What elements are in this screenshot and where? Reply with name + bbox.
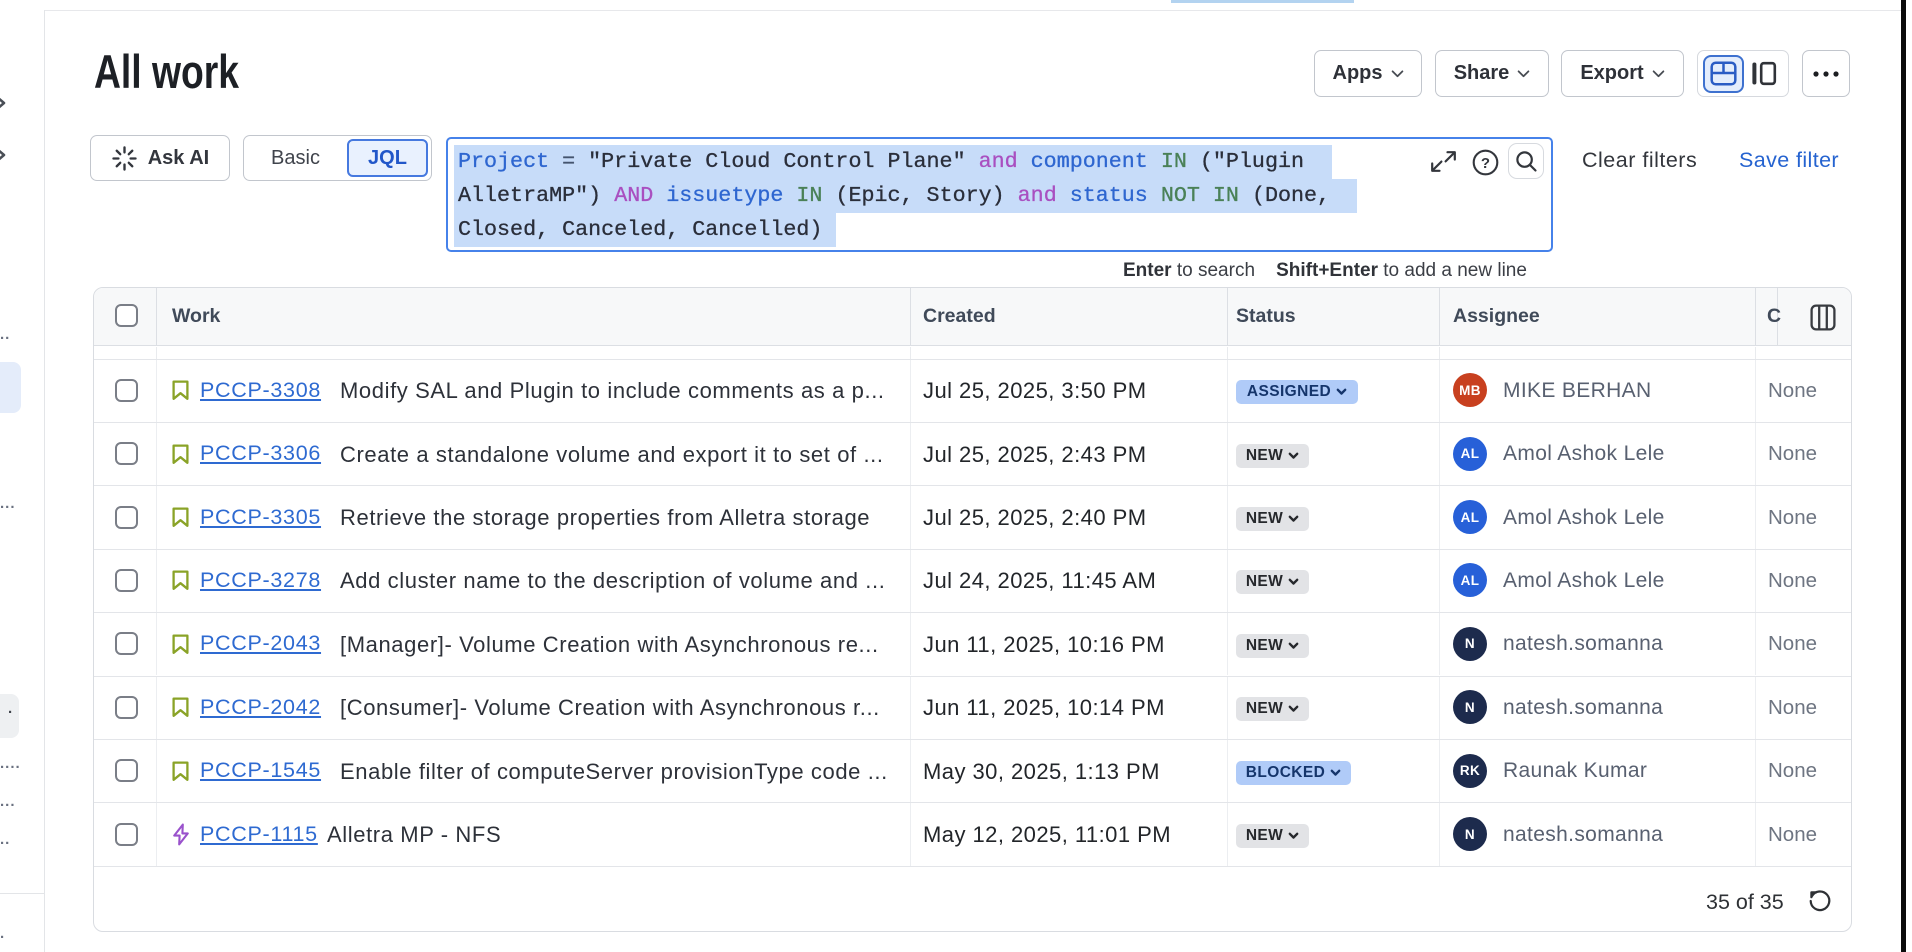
svg-text:?: ?	[1481, 155, 1490, 172]
